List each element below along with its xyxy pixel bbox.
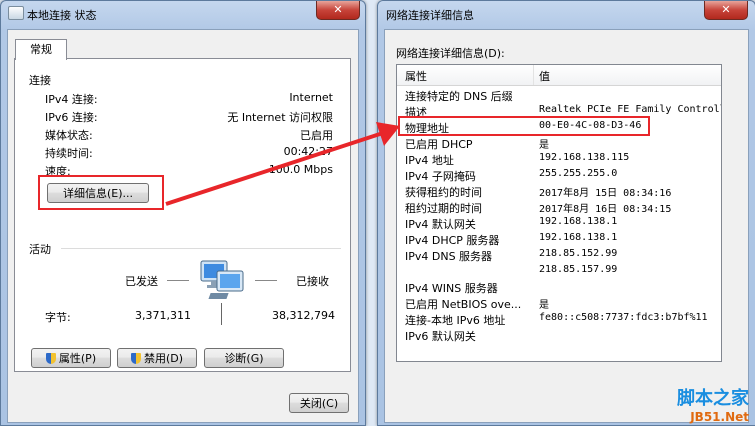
details-button-highlight (38, 175, 164, 210)
sent-label: 已发送 (125, 275, 158, 288)
column-header-property[interactable]: 属性 (405, 68, 427, 84)
ipv6-label: IPv6 连接: (45, 111, 98, 124)
list-item[interactable]: 租约过期的时间 2017年8月 16日 08:34:15 (397, 199, 721, 215)
list-item[interactable]: IPv4 DHCP 服务器 192.168.138.1 (397, 231, 721, 247)
close-button[interactable]: 关闭(C) (289, 393, 349, 413)
icon-stem (221, 303, 222, 325)
properties-button[interactable]: 属性(P) (31, 348, 111, 368)
duration-label: 持续时间: (45, 147, 93, 160)
media-state-label: 媒体状态: (45, 129, 93, 142)
bytes-received-value: 38,312,794 (272, 309, 335, 322)
list-item[interactable]: IPv4 默认网关 192.168.138.1 (397, 215, 721, 231)
connection-section-title: 连接 (29, 74, 51, 87)
bytes-sent-value: 3,371,311 (135, 309, 191, 322)
shield-icon (45, 353, 56, 364)
diagnose-button[interactable]: 诊断(G) (204, 348, 284, 368)
list-item[interactable]: IPv4 WINS 服务器 (397, 279, 721, 295)
list-item[interactable]: 连接-本地 IPv6 地址 fe80::c508:7737:fdc3:b7bf%1… (397, 311, 721, 327)
ipv4-label: IPv4 连接: (45, 93, 98, 106)
window-title: 本地连接 状态 (27, 9, 97, 22)
list-item[interactable]: IPv4 DNS 服务器 218.85.152.99 (397, 247, 721, 263)
list-item[interactable]: 已启用 DHCP 是 (397, 135, 721, 151)
column-header-value[interactable]: 值 (539, 68, 550, 84)
list-item[interactable]: IPv4 地址 192.168.138.115 (397, 151, 721, 167)
activity-divider (61, 248, 341, 249)
connection-status-window: 本地连接 状态 ✕ 常规 连接 IPv4 连接: Internet IPv6 连… (0, 0, 366, 426)
received-label: 已接收 (296, 275, 329, 288)
list-item[interactable]: 已启用 NetBIOS ove... 是 (397, 295, 721, 311)
details-list[interactable]: 属性 值 连接特定的 DNS 后缀 描述 Realtek PCIe FE Fami… (396, 64, 722, 362)
list-item[interactable]: IPv4 子网掩码 255.255.255.0 (397, 167, 721, 183)
received-line (255, 280, 277, 281)
list-header: 属性 值 (397, 65, 721, 86)
ipv4-value: Internet (289, 91, 333, 104)
shield-icon (130, 353, 141, 364)
activity-section-title: 活动 (29, 243, 51, 256)
column-divider[interactable] (533, 65, 534, 85)
watermark-line1: 脚本之家 (677, 388, 749, 409)
close-window-button[interactable]: ✕ (704, 1, 748, 20)
watermark-line2: JB51.Net (690, 410, 749, 424)
mac-address-highlight (398, 116, 650, 136)
arrow-icon (165, 122, 400, 206)
list-item[interactable]: 218.85.157.99 (397, 263, 721, 279)
disable-button-label: 禁用(D) (143, 352, 184, 365)
close-window-button[interactable]: ✕ (316, 1, 360, 20)
disable-button[interactable]: 禁用(D) (117, 348, 197, 368)
tab-general[interactable]: 常规 (15, 39, 67, 60)
watermark: 脚本之家 JB51.Net (677, 384, 749, 424)
network-computers-icon (200, 260, 244, 299)
sent-line (167, 280, 189, 281)
network-icon (8, 6, 24, 20)
details-list-caption: 网络连接详细信息(D): (396, 47, 505, 60)
bytes-label: 字节: (45, 311, 71, 324)
properties-button-label: 属性(P) (58, 352, 97, 365)
window-title: 网络连接详细信息 (386, 9, 474, 22)
list-item[interactable]: IPv6 默认网关 (397, 327, 721, 343)
list-item[interactable]: 获得租约的时间 2017年8月 15日 08:34:16 (397, 183, 721, 199)
list-item[interactable]: 连接特定的 DNS 后缀 (397, 87, 721, 103)
